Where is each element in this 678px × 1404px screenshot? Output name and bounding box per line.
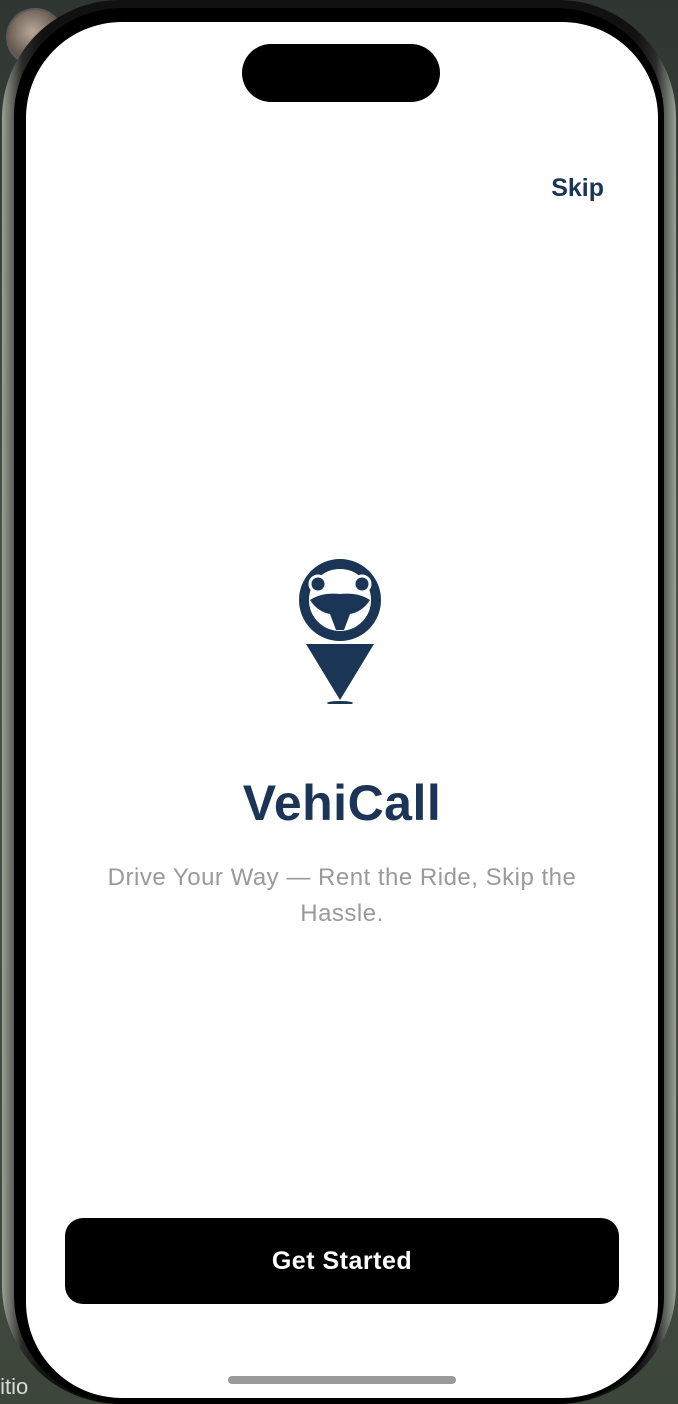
dynamic-island <box>242 44 440 102</box>
background-partial-label: ıitio <box>0 1374 29 1399</box>
steering-wheel-location-pin-icon <box>299 559 381 704</box>
app-tagline: Drive Your Way — Rent the Ride, Skip the… <box>107 864 577 927</box>
skip-button[interactable]: Skip <box>551 174 604 203</box>
get-started-button[interactable]: Get Started <box>65 1218 619 1304</box>
onboarding-screen: Skip VehiCall Drive Your Way — Rent the … <box>26 22 658 1398</box>
app-title: VehiCall <box>242 775 442 831</box>
home-indicator <box>228 1376 456 1384</box>
